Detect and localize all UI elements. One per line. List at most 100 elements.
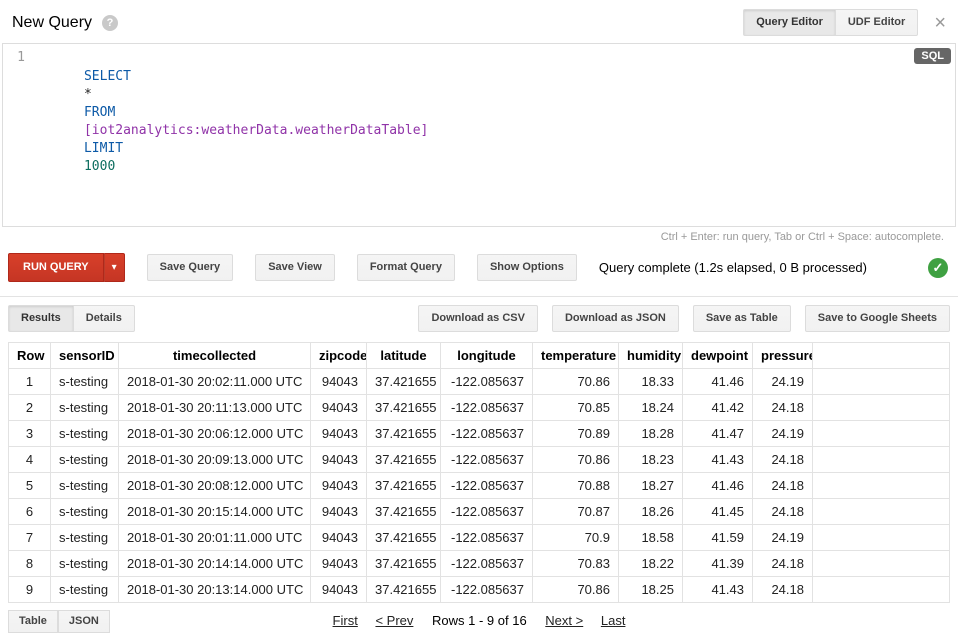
check-glyph: ✓ [933, 260, 944, 276]
table-cell: s-testing [51, 369, 119, 395]
table-row: 6s-testing2018-01-30 20:15:14.000 UTC940… [9, 499, 950, 525]
table-cell: 70.87 [533, 499, 619, 525]
save-view-button[interactable]: Save View [255, 254, 335, 281]
table-cell: 41.43 [683, 577, 753, 603]
page-title: New Query [12, 14, 92, 32]
save-query-button[interactable]: Save Query [147, 254, 234, 281]
table-cell: 70.86 [533, 447, 619, 473]
pagination-first[interactable]: First [333, 613, 358, 628]
table-cell: -122.085637 [441, 395, 533, 421]
table-cell: -122.085637 [441, 473, 533, 499]
table-cell: 2018-01-30 20:11:13.000 UTC [119, 395, 311, 421]
format-query-button[interactable]: Format Query [357, 254, 455, 281]
table-cell: 37.421655 [367, 447, 441, 473]
table-cell: 37.421655 [367, 499, 441, 525]
table-cell: 18.24 [619, 395, 683, 421]
table-cell: 41.46 [683, 369, 753, 395]
table-cell: 18.58 [619, 525, 683, 551]
table-row: 2s-testing2018-01-30 20:11:13.000 UTC940… [9, 395, 950, 421]
table-cell: 94043 [311, 577, 367, 603]
table-cell: s-testing [51, 421, 119, 447]
table-cell: 18.22 [619, 551, 683, 577]
header-actions: Query Editor UDF Editor × [743, 9, 946, 36]
table-cell: 18.25 [619, 577, 683, 603]
table-cell: 41.39 [683, 551, 753, 577]
results-bar: Results Details Download as CSV Download… [0, 297, 958, 340]
run-query-dropdown-button[interactable]: ▾ [104, 253, 125, 282]
pagination: First < Prev Rows 1 - 9 of 16 Next > Las… [0, 613, 958, 628]
column-header-temperature: temperature [533, 343, 619, 369]
table-cell: 41.43 [683, 447, 753, 473]
table-cell: 37.421655 [367, 525, 441, 551]
column-header-sensorid: sensorID [51, 343, 119, 369]
table-cell: s-testing [51, 525, 119, 551]
table-cell: 2018-01-30 20:15:14.000 UTC [119, 499, 311, 525]
table-cell: 37.421655 [367, 473, 441, 499]
table-cell: 18.33 [619, 369, 683, 395]
editor-mode-switch: Query Editor UDF Editor [743, 9, 918, 36]
query-text[interactable]: SELECT * FROM [iot2analytics:weatherData… [33, 44, 955, 226]
table-cell: 37.421655 [367, 551, 441, 577]
line-number: 1 [17, 50, 25, 65]
close-icon[interactable]: × [934, 13, 946, 33]
table-cell: 1 [9, 369, 51, 395]
table-cell: -122.085637 [441, 551, 533, 577]
table-cell: 2 [9, 395, 51, 421]
table-cell: 2018-01-30 20:01:11.000 UTC [119, 525, 311, 551]
save-as-table-button[interactable]: Save as Table [693, 305, 791, 332]
tab-results[interactable]: Results [8, 305, 74, 332]
table-cell: s-testing [51, 577, 119, 603]
run-query-group: RUN QUERY ▾ [8, 253, 125, 282]
results-actions: Download as CSV Download as JSON Save as… [418, 305, 950, 332]
pagination-prev[interactable]: < Prev [375, 613, 413, 628]
table-cell: 94043 [311, 447, 367, 473]
table-cell-filler [813, 577, 950, 603]
sql-table-reference: [iot2analytics:weatherData.weatherDataTa… [84, 123, 428, 138]
table-cell: 5 [9, 473, 51, 499]
results-table: RowsensorIDtimecollectedzipcodelatitudel… [8, 342, 950, 603]
table-cell: 2018-01-30 20:09:13.000 UTC [119, 447, 311, 473]
table-cell: 24.18 [753, 551, 813, 577]
table-cell: -122.085637 [441, 369, 533, 395]
table-cell: 70.9 [533, 525, 619, 551]
table-cell: 2018-01-30 20:02:11.000 UTC [119, 369, 311, 395]
query-editor-button[interactable]: Query Editor [743, 9, 836, 36]
table-cell: 24.19 [753, 525, 813, 551]
table-cell: 94043 [311, 421, 367, 447]
query-toolbar: RUN QUERY ▾ Save Query Save View Format … [0, 245, 958, 296]
table-cell-filler [813, 421, 950, 447]
tab-details[interactable]: Details [73, 305, 135, 332]
sql-keyword-from: FROM [84, 105, 115, 120]
table-cell-filler [813, 551, 950, 577]
table-cell: 37.421655 [367, 577, 441, 603]
show-options-button[interactable]: Show Options [477, 254, 577, 281]
table-cell: 24.19 [753, 421, 813, 447]
udf-editor-button[interactable]: UDF Editor [835, 9, 918, 36]
table-cell-filler [813, 473, 950, 499]
table-cell: -122.085637 [441, 577, 533, 603]
sql-editor[interactable]: 1 SELECT * FROM [iot2analytics:weatherDa… [2, 43, 956, 227]
table-cell: 41.59 [683, 525, 753, 551]
pagination-last[interactable]: Last [601, 613, 626, 628]
autocomplete-hint: Ctrl + Enter: run query, Tab or Ctrl + S… [0, 227, 958, 245]
download-json-button[interactable]: Download as JSON [552, 305, 679, 332]
table-cell: 94043 [311, 499, 367, 525]
table-cell: s-testing [51, 395, 119, 421]
column-header-zipcode: zipcode [311, 343, 367, 369]
run-query-button[interactable]: RUN QUERY [8, 253, 104, 282]
line-number-gutter: 1 [3, 44, 33, 226]
table-cell: -122.085637 [441, 499, 533, 525]
table-cell: 94043 [311, 551, 367, 577]
table-cell: -122.085637 [441, 525, 533, 551]
help-icon[interactable]: ? [102, 15, 118, 31]
table-cell: s-testing [51, 499, 119, 525]
column-header-pressure: pressure [753, 343, 813, 369]
table-cell: 37.421655 [367, 369, 441, 395]
table-cell-filler [813, 525, 950, 551]
download-csv-button[interactable]: Download as CSV [418, 305, 538, 332]
pagination-next[interactable]: Next > [545, 613, 583, 628]
table-cell: 94043 [311, 369, 367, 395]
save-to-sheets-button[interactable]: Save to Google Sheets [805, 305, 950, 332]
table-cell-filler [813, 369, 950, 395]
table-cell: 37.421655 [367, 395, 441, 421]
